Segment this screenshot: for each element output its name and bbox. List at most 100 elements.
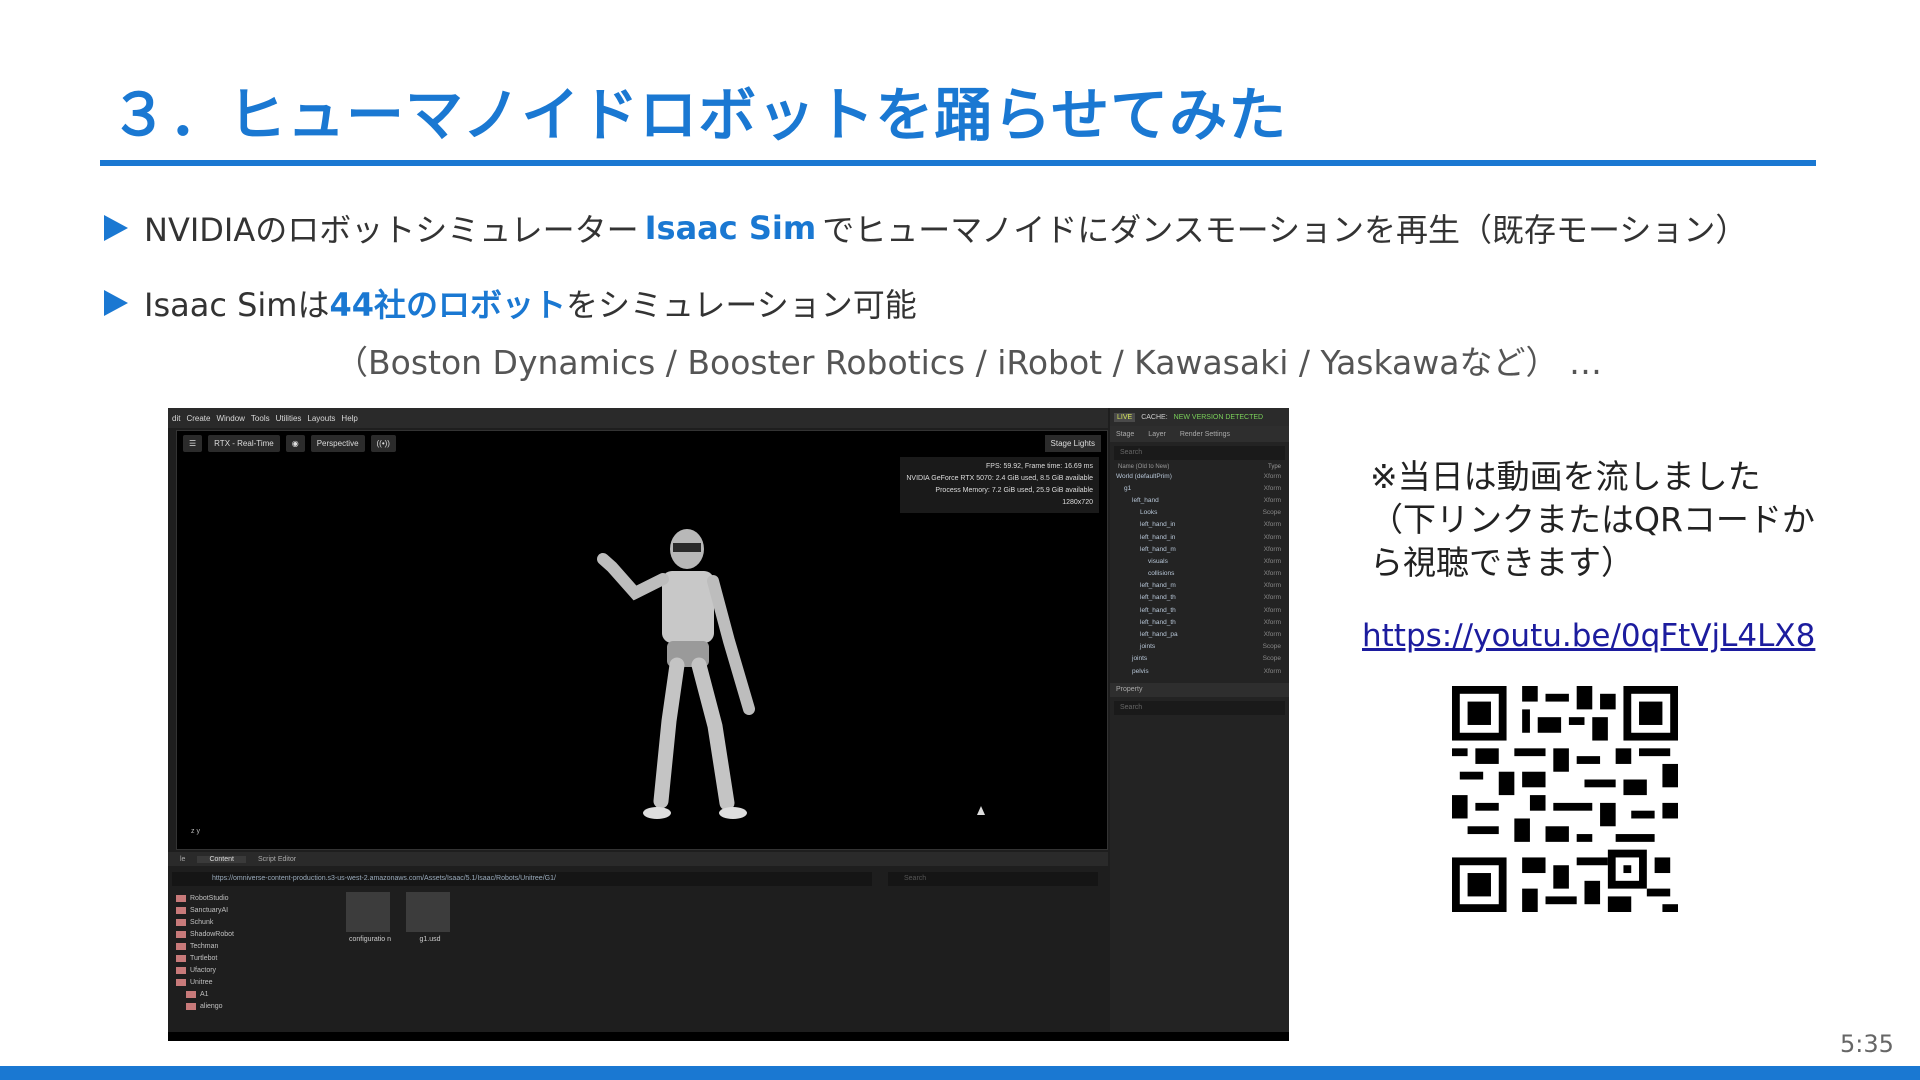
content-tabs: le Content Script Editor (168, 852, 1108, 866)
file-item[interactable]: configuratio n (346, 892, 394, 943)
tree-row[interactable]: left_hand Xform (1110, 494, 1289, 506)
isaac-sim-screenshot: dit Create Window Tools Utilities Layout… (168, 408, 1289, 1041)
menu-item[interactable]: Layouts (307, 414, 335, 423)
status-bar: LIVE CACHE: NEW VERSION DETECTED (1110, 408, 1289, 426)
folder-item[interactable]: aliengo (176, 1000, 326, 1012)
menu-item[interactable]: Utilities (276, 414, 302, 423)
folder-item[interactable]: SanctuaryAI (176, 904, 326, 916)
tab-stage[interactable]: Stage (1116, 431, 1134, 438)
stage-tabs: Stage Layer Render Settings (1110, 426, 1289, 442)
qr-code-image[interactable] (1452, 686, 1678, 912)
folder-icon (186, 1002, 196, 1010)
property-panel-title[interactable]: Property (1110, 683, 1289, 698)
folder-item[interactable]: Schunk (176, 916, 326, 928)
content-browser: le Content Script Editor https://omniver… (168, 852, 1108, 1032)
cursor-icon (977, 806, 985, 815)
stats-overlay: FPS: 59.92, Frame time: 16.69 ms NVIDIA … (900, 457, 1099, 513)
stats-line: 1280x720 (1062, 499, 1093, 506)
folder-icon (176, 894, 186, 902)
tree-row[interactable]: visuals Xform (1110, 555, 1289, 567)
column-type: Type (1267, 464, 1281, 470)
bullet-highlight: 44社のロボット (329, 286, 567, 324)
folder-item[interactable]: A1 (176, 988, 326, 1000)
live-badge[interactable]: LIVE (1114, 412, 1136, 422)
folder-item[interactable]: Techman (176, 940, 326, 952)
folder-icon (176, 978, 186, 986)
tab-console[interactable]: le (168, 856, 197, 863)
tab-content[interactable]: Content (197, 855, 246, 863)
folder-item[interactable]: Turtlebot (176, 952, 326, 964)
folder-icon (176, 930, 186, 938)
folder-item[interactable]: Ufactory (176, 964, 326, 976)
folder-item[interactable]: RobotStudio (176, 892, 326, 904)
tree-row[interactable]: left_hand_m Xform (1110, 580, 1289, 592)
folder-item[interactable]: Unitree (176, 976, 326, 988)
render-mode-button[interactable]: RTX - Real-Time (208, 435, 280, 452)
tree-row[interactable]: pelvis Xform (1110, 665, 1289, 677)
menu-item[interactable]: Tools (251, 414, 270, 423)
tree-row[interactable]: joints Scope (1110, 641, 1289, 653)
folder-icon (176, 966, 186, 974)
bullet-text: NVIDIAのロボットシミュレーター (144, 211, 639, 249)
axis-gizmo: z y (191, 828, 200, 835)
stats-line: NVIDIA GeForce RTX 5070: 2.4 GiB used, 8… (906, 475, 1093, 482)
file-item[interactable]: g1.usd (406, 892, 454, 943)
viewport-toolbar: ☰ RTX - Real-Time ◉ Perspective ((•)) (183, 435, 396, 452)
tab-script-editor[interactable]: Script Editor (246, 856, 308, 863)
stage-search-input[interactable]: Search (1114, 446, 1285, 460)
tree-row[interactable]: left_hand_in Xform (1110, 531, 1289, 543)
file-grid: configuratio n g1.usd (346, 892, 454, 943)
camera-button[interactable]: Perspective (310, 435, 365, 452)
note-line: ら視聴できます） (1370, 543, 1634, 582)
page-number: 5:35 (1840, 1030, 1894, 1058)
tree-row[interactable]: joints Scope (1110, 653, 1289, 665)
bullet-triangle-icon (104, 290, 128, 316)
path-field[interactable]: https://omniverse-content-production.s3-… (172, 872, 872, 886)
folder-item[interactable]: ShadowRobot (176, 928, 326, 940)
bullet-isaac-sim: NVIDIAのロボットシミュレーター Isaac Sim でヒューマノイドにダン… (104, 205, 1747, 251)
tree-row[interactable]: left_hand_th Xform (1110, 616, 1289, 628)
content-search-input[interactable]: Search (888, 872, 1098, 886)
menu-item[interactable]: Help (341, 414, 357, 423)
tree-row[interactable]: left_hand_th Xform (1110, 604, 1289, 616)
robot-makers-list: （Boston Dynamics / Booster Robotics / iR… (335, 343, 1602, 382)
folder-icon (176, 942, 186, 950)
folder-icon (176, 954, 186, 962)
folder-icon (176, 906, 186, 914)
tree-row[interactable]: left_hand_th Xform (1110, 592, 1289, 604)
tree-row[interactable]: left_hand_m Xform (1110, 543, 1289, 555)
menu-bar: dit Create Window Tools Utilities Layout… (168, 408, 1108, 428)
humanoid-robot-image (597, 529, 755, 819)
bullet-text: でヒューマノイドにダンスモーションを再生（既存モーション） (822, 211, 1748, 249)
tree-row[interactable]: Looks Scope (1110, 507, 1289, 519)
tree-row[interactable]: g1 Xform (1110, 482, 1289, 494)
menu-item[interactable]: Create (186, 414, 210, 423)
bullet-text: をシミュレーション可能 (566, 286, 917, 324)
youtube-link[interactable]: https://youtu.be/0qFtVjL4LX8 (1362, 618, 1815, 654)
settings-icon[interactable]: ☰ (183, 435, 203, 452)
bullet-triangle-icon (104, 215, 128, 241)
cache-label: CACHE: (1141, 413, 1168, 421)
tab-layer[interactable]: Layer (1148, 431, 1166, 438)
record-icon[interactable]: ((•)) (370, 435, 396, 452)
note-line: ※当日は動画を流しました (1370, 457, 1761, 496)
stage-lights-button[interactable]: Stage Lights (1044, 435, 1101, 452)
tab-render-settings[interactable]: Render Settings (1180, 431, 1230, 438)
tree-row[interactable]: left_hand_pa Xform (1110, 628, 1289, 640)
menu-item[interactable]: Window (216, 414, 244, 423)
stats-line: Process Memory: 7.2 GiB used, 25.9 GiB a… (935, 487, 1093, 494)
usd-file-icon (406, 892, 450, 932)
video-note: ※当日は動画を流しました （下リンクまたはQRコードか ら視聴できます） (1370, 455, 1815, 584)
new-version-label[interactable]: NEW VERSION DETECTED (1174, 414, 1263, 421)
tree-row[interactable]: left_hand_in Xform (1110, 519, 1289, 531)
eye-icon[interactable]: ◉ (285, 435, 305, 452)
footer-bar (0, 1066, 1920, 1080)
stage-panel: LIVE CACHE: NEW VERSION DETECTED Stage L… (1110, 408, 1289, 1041)
menu-item[interactable]: dit (172, 414, 180, 423)
tree-row[interactable]: World (defaultPrim) Xform (1110, 470, 1289, 482)
tree-row[interactable]: collisions Xform (1110, 568, 1289, 580)
folder-icon (176, 918, 186, 926)
column-name: Name (Old to New) (1118, 464, 1170, 470)
property-search-input[interactable]: Search (1114, 701, 1285, 716)
viewport[interactable]: ☰ RTX - Real-Time ◉ Perspective ((•)) St… (176, 430, 1108, 850)
